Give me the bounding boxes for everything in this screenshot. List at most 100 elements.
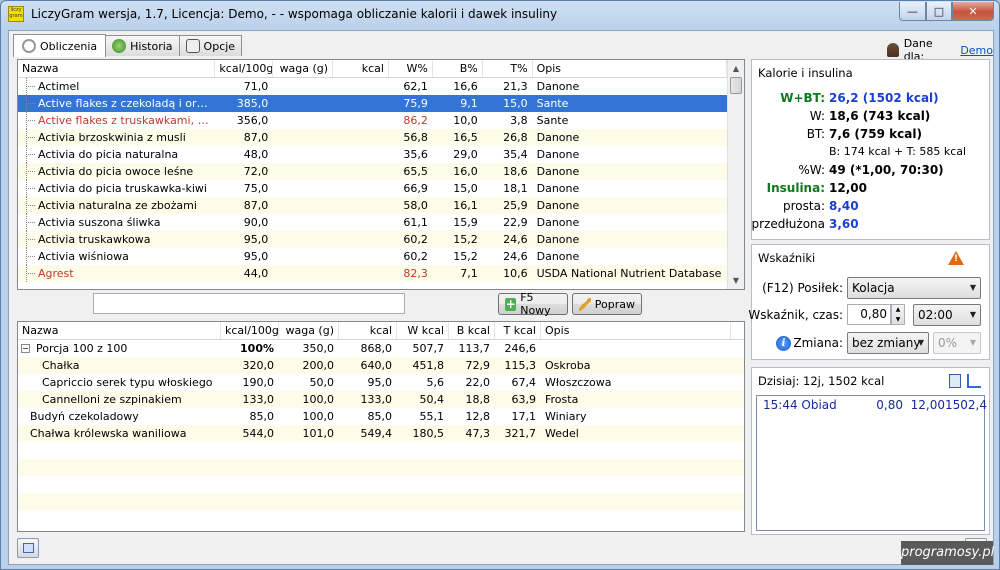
cell-text: Porcja 100 z 100 [36,342,128,355]
export-icon[interactable] [967,374,981,388]
cell-text: 180,5 [412,427,445,440]
table-row[interactable]: Chałwa królewska waniliowa 544,0 101,0 549,… [18,425,744,442]
table-row[interactable]: Budyń czekoladowy 85,0 100,0 85,0 55,1 12,8 17… [18,408,744,425]
table-row[interactable]: Activia do picia naturalna 48,0 35,6 29,0 35… [18,146,727,163]
search-input[interactable] [93,293,405,314]
minimize-button[interactable]: — [899,2,926,21]
table-row[interactable]: Capriccio serek typu włoskiego 190,0 50,0 9… [18,374,744,391]
cell-text: 50,4 [419,393,445,406]
cell-text: 101,0 [302,427,335,440]
scroll-thumb[interactable] [730,77,742,94]
table-cell: 321,7 [495,425,541,442]
time-select[interactable]: 02:00 [913,304,981,326]
cell-text: Capriccio serek typu włoskiego [42,376,213,389]
indicators-title: Wskaźniki [758,251,816,265]
table-row[interactable]: Activia wiśniowa 95,0 60,2 15,2 24,6 Danone [18,248,727,265]
products-grid[interactable]: Nazwa kcal/100g waga (g) kcal W% B% T% Opis Act… [17,59,745,290]
ratio-input[interactable]: 0,80 [847,304,891,325]
table-cell [333,95,389,112]
tab-opcje[interactable]: Opcje [178,35,243,56]
calculator-icon[interactable] [949,374,961,388]
edit-button[interactable]: Popraw [572,293,642,315]
table-row[interactable]: Actimel 71,0 62,1 16,6 21,3 Danone [18,78,727,95]
cell-text: 320,0 [242,359,275,372]
table-cell: 61,1 [403,216,428,229]
meal-grid[interactable]: Nazwa kcal/100g waga (g) kcal W kcal B kcal T … [17,321,745,532]
tab-label: Obliczenia [40,39,98,53]
table-row[interactable]: Activia suszona śliwka 90,0 61,1 15,9 22,9 Da… [18,214,727,231]
new-button[interactable]: + F5 Nowy [498,291,568,317]
table-cell: 60,2 [403,250,428,263]
column-header[interactable]: T kcal [495,322,541,339]
table-cell: 18,1 [503,182,528,195]
calories-title: Kalorie i insulina [758,66,853,80]
pw-label: %W: [798,163,825,177]
ratio-stepper[interactable]: ▲ ▼ [891,304,905,325]
table-cell: 72,0 [243,165,269,178]
cell-text: 115,3 [504,359,537,372]
column-header[interactable]: B% [433,60,483,77]
change-select[interactable]: bez zmiany [847,332,929,354]
table-cell: 35,6 [403,148,428,161]
table-row[interactable]: Active flakes z truskawkami, malin... 356… [18,112,727,129]
table-row[interactable]: Activia truskawkowa 95,0 60,2 15,2 24,6 Danon… [18,231,727,248]
column-header[interactable]: kcal [333,60,389,77]
column-header[interactable]: kcal/100g [221,322,279,339]
table-cell: 100,0 [279,408,339,425]
today-title: Dzisiaj: 12j, 1502 kcal [758,374,885,388]
tab-strip: Obliczenia Historia Opcje [13,34,243,57]
table-row[interactable]: Chałka 320,0 200,0 640,0 451,8 72,9 115,3 Oskro… [18,357,744,374]
column-header[interactable]: Opis [541,322,731,339]
table-cell: Danone [536,199,580,212]
log-entry[interactable]: 15:44 Obiad 0,80 12,00 1502,4 [757,396,987,414]
today-list[interactable]: 15:44 Obiad 0,80 12,00 1502,4 [756,395,987,531]
column-header[interactable]: kcal/100g [215,60,274,77]
scroll-down-icon[interactable]: ▼ [728,272,744,289]
user-link[interactable]: Demo [960,44,993,57]
table-row[interactable]: Agrest 44,0 82,3 7,1 10,6 USDA National Nutri… [18,265,727,282]
tab-historia[interactable]: Historia [105,35,180,56]
cell-text: 507,7 [412,342,445,355]
column-header[interactable]: W% [389,60,433,77]
products-scrollbar[interactable]: ▲ ▼ [727,60,744,289]
column-header[interactable]: W kcal [397,322,449,339]
table-cell: 66,9 [403,182,428,195]
tab-obliczenia[interactable]: Obliczenia [13,34,107,57]
notes-icon [23,543,34,553]
log-cell: 12,00 [910,398,945,412]
table-row[interactable]: Activia brzoskwinia z musli 87,0 56,8 16,5 2… [18,129,727,146]
table-row[interactable]: Activia do picia owoce leśne 72,0 65,5 16,0… [18,163,727,180]
empty-row [18,442,744,459]
table-row[interactable]: − Porcja 100 z 100 100% 350,0 868,0 507,7 113,… [18,340,744,357]
cell-text: Oskroba [545,359,591,372]
notes-button[interactable] [17,538,39,558]
window-title: LiczyGram wersja, 1.7, Licencja: Demo, -… [31,7,558,21]
meal-type-select[interactable]: Kolacja [847,277,981,299]
table-row[interactable]: Active flakes z czekoladą i orzech... 385… [18,95,727,112]
table-row[interactable]: Activia do picia truskawka-kiwi 75,0 66,9 1… [18,180,727,197]
column-header[interactable]: kcal [339,322,397,339]
table-cell: 868,0 [339,340,397,357]
table-cell: 65,5 [403,165,428,178]
table-cell: 82,3 [403,267,428,280]
table-cell: Activia do picia naturalna [18,146,215,163]
maximize-button[interactable]: □ [926,2,952,21]
column-header[interactable]: waga (g) [279,322,339,339]
table-row[interactable]: Activia naturalna ze zbożami 87,0 58,0 16,1… [18,197,727,214]
collapse-icon[interactable]: − [21,344,30,353]
column-header[interactable]: Opis [533,60,728,77]
column-header[interactable]: Nazwa [18,60,216,77]
close-button[interactable]: ✕ [952,2,994,21]
scroll-up-icon[interactable]: ▲ [728,60,744,77]
w-label: W: [809,109,825,123]
column-header[interactable]: waga (g) [273,60,334,77]
column-header[interactable]: T% [483,60,533,77]
column-header[interactable]: B kcal [449,322,495,339]
table-cell [273,180,333,197]
table-cell [273,95,333,112]
column-header[interactable]: Nazwa [18,322,221,339]
table-row[interactable]: Cannelloni ze szpinakiem 133,0 100,0 133,0 5… [18,391,744,408]
table-cell: Danone [536,131,580,144]
table-cell: 21,3 [503,80,528,93]
table-cell: 87,0 [243,199,269,212]
